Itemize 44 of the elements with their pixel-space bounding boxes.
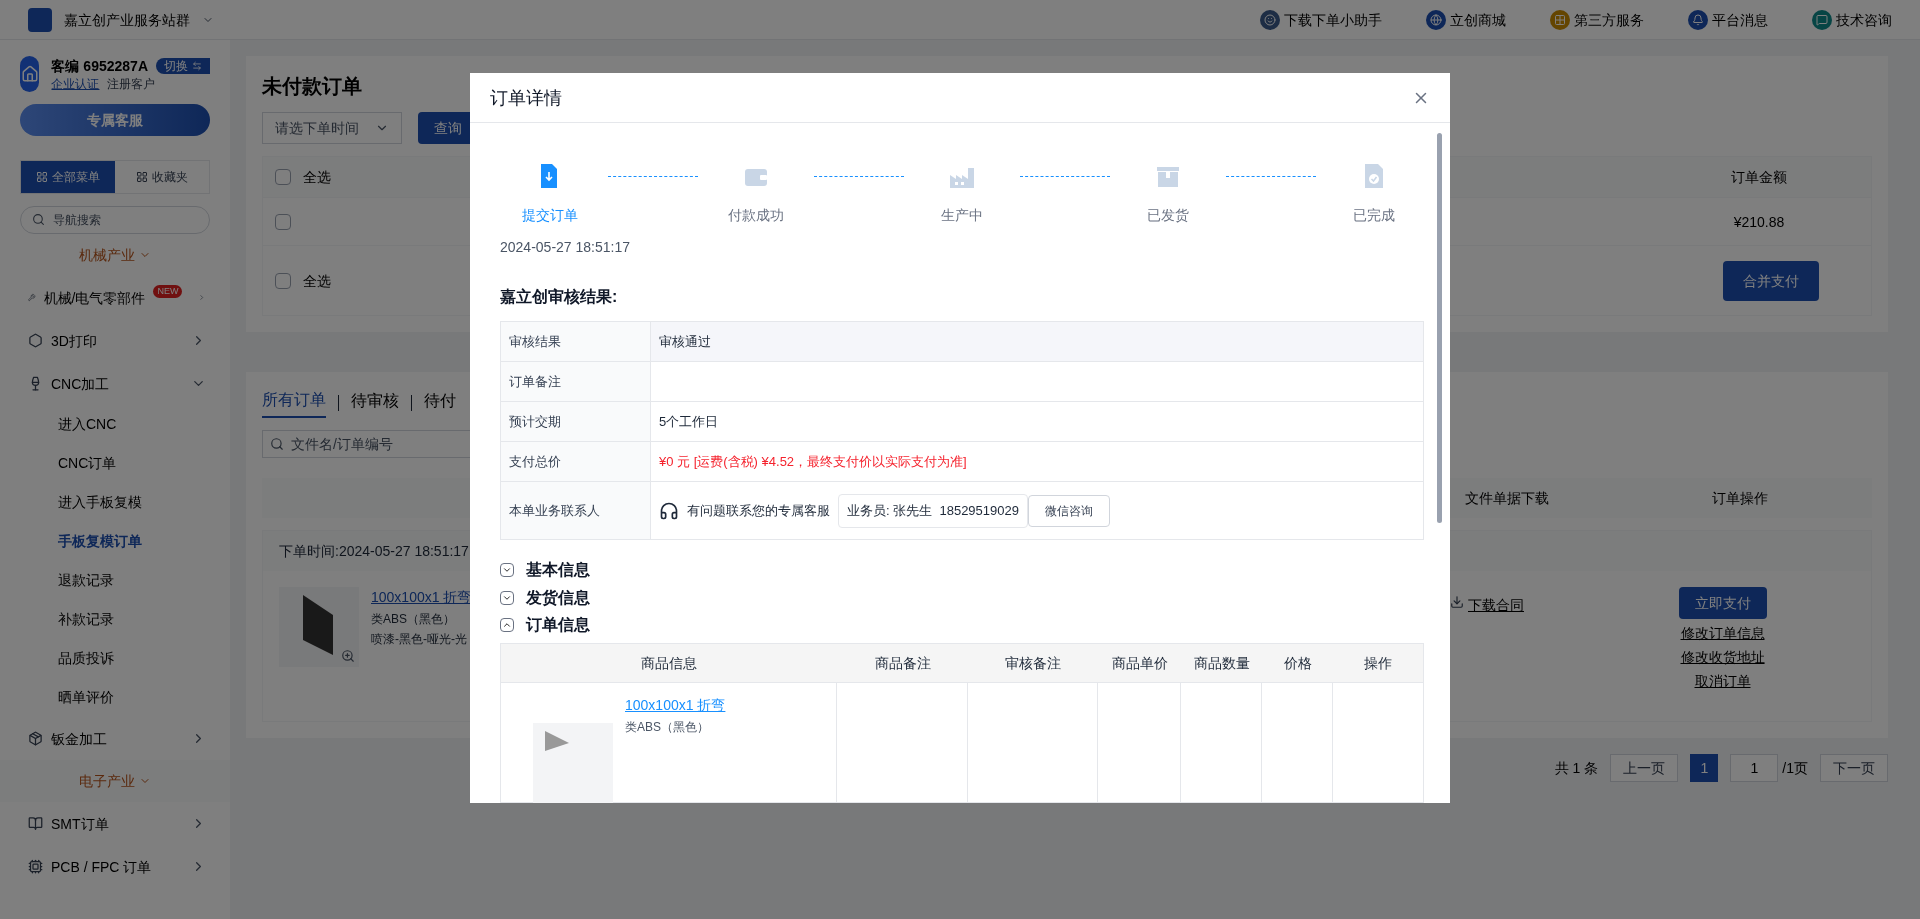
section-title: 发货信息 xyxy=(526,587,590,609)
review-label: 本单业务联系人 xyxy=(501,482,651,539)
page-title: 未付款订单 xyxy=(262,74,362,99)
page-total: /1页 xyxy=(1782,759,1808,778)
total-count: 共 1 条 xyxy=(1554,759,1599,778)
section-title: 订单信息 xyxy=(526,615,590,636)
step-label: 生产中 xyxy=(941,206,983,225)
step-label: 付款成功 xyxy=(728,206,784,225)
review-label: 支付总价 xyxy=(501,442,651,481)
column-header: 价格 xyxy=(1282,654,1313,673)
column-header: 文件单据下载 xyxy=(1464,489,1550,508)
step-label: 已完成 xyxy=(1353,206,1395,225)
new-badge: NEW xyxy=(153,284,183,299)
product-material: 类ABS（黑色） xyxy=(625,719,710,735)
column-header: 操作 xyxy=(1363,654,1393,673)
select-all-label: 全选 xyxy=(303,168,331,187)
review-label: 订单备注 xyxy=(501,362,651,401)
column-header: 商品信息 xyxy=(640,654,698,673)
step-label: 提交订单 xyxy=(522,206,578,225)
step-time: 2024-05-27 18:51:17 xyxy=(500,238,631,257)
column-header: 商品单价 xyxy=(1110,654,1169,673)
select-all-label: 全选 xyxy=(303,271,331,291)
contact-hint: 有问题联系您的专属客服 xyxy=(687,501,830,520)
order-time: 下单时间:2024-05-27 18:51:17 xyxy=(279,542,469,561)
column-header: 审核备注 xyxy=(1004,654,1062,673)
product-finish: 喷漆-黑色-哑光-光 xyxy=(371,631,468,647)
dialog-title: 订单详情 xyxy=(490,86,562,110)
product-material: 类ABS（黑色） xyxy=(371,611,456,627)
column-header: 订单操作 xyxy=(1710,489,1769,508)
amount-cell-text: ¥210.88 xyxy=(1732,212,1786,232)
review-label: 审核结果 xyxy=(501,322,651,361)
review-value: 5个工作日 xyxy=(659,412,719,431)
customer-id: 客编 6952287A xyxy=(51,57,148,76)
review-value: 审核通过 xyxy=(659,332,711,351)
review-label: 预计交期 xyxy=(501,402,651,441)
section-title: 嘉立创审核结果: xyxy=(500,287,619,307)
price-value: ¥0 元 [运费(含税) ¥4.52，最终支付价以实际支付为准] xyxy=(659,452,967,471)
column-header: 商品数量 xyxy=(1192,654,1251,673)
section-title: 基本信息 xyxy=(526,559,590,580)
step-label: 已发货 xyxy=(1147,206,1189,225)
column-header: 订单金额 xyxy=(1730,168,1788,187)
column-header: 商品备注 xyxy=(873,654,932,673)
customer-type: 注册客户 xyxy=(107,76,156,92)
salesperson-info: 业务员: 张先生 18529519029 xyxy=(838,493,1028,528)
